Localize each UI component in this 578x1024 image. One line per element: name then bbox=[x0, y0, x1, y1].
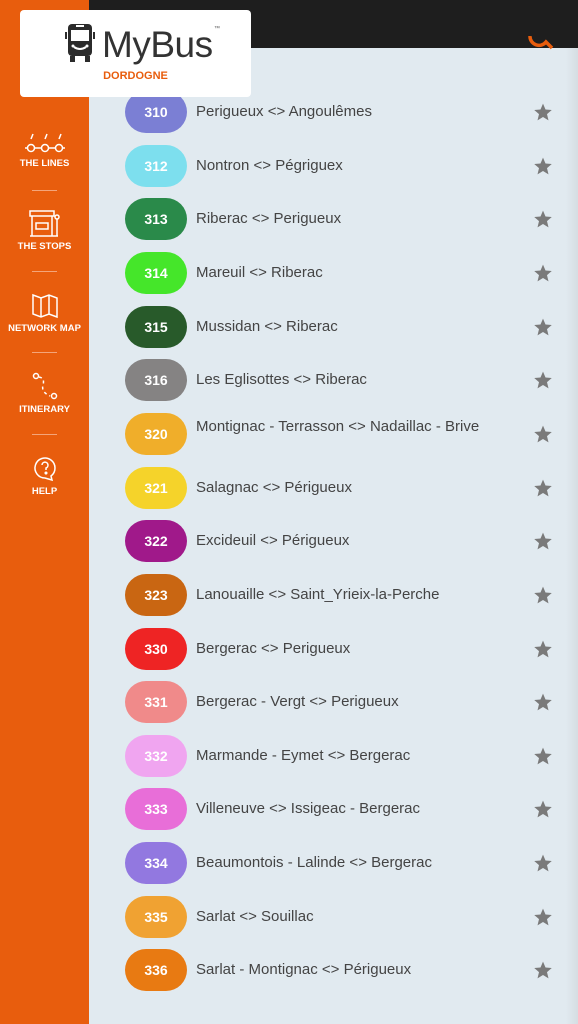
line-number-badge: 332 bbox=[125, 734, 187, 777]
favorite-star-icon[interactable] bbox=[533, 960, 553, 980]
line-row[interactable]: 332 Marmande - Eymet <> Bergerac bbox=[0, 731, 578, 781]
favorite-star-icon[interactable] bbox=[533, 531, 553, 551]
line-row[interactable]: 315 Mussidan <> Riberac bbox=[0, 302, 578, 352]
favorite-star-icon[interactable] bbox=[533, 370, 553, 390]
favorite-star-icon[interactable] bbox=[533, 585, 553, 605]
favorite-star-icon[interactable] bbox=[533, 102, 553, 122]
favorite-star-icon[interactable] bbox=[533, 853, 553, 873]
favorite-star-icon[interactable] bbox=[533, 907, 553, 927]
line-row[interactable]: 321 Salagnac <> Périgueux bbox=[0, 463, 578, 513]
line-row[interactable]: 322 Excideuil <> Périgueux bbox=[0, 516, 578, 566]
bus-logo-icon bbox=[65, 24, 95, 62]
favorite-star-icon[interactable] bbox=[533, 317, 553, 337]
divider bbox=[32, 352, 57, 353]
line-name: Excideuil <> Périgueux bbox=[196, 532, 350, 550]
trademark: ™ bbox=[214, 26, 220, 32]
favorite-star-icon[interactable] bbox=[533, 424, 553, 444]
line-row[interactable]: 313 Riberac <> Perigueux bbox=[0, 194, 578, 244]
line-name: Lanouaille <> Saint_Yrieix-la-Perche bbox=[196, 585, 440, 603]
line-number-badge: 316 bbox=[125, 359, 187, 402]
search-button[interactable] bbox=[528, 35, 554, 63]
line-row[interactable]: 330 Bergerac <> Perigueux bbox=[0, 624, 578, 674]
line-name: Beaumontois - Lalinde <> Bergerac bbox=[196, 854, 432, 872]
line-name: Perigueux <> Angoulêmes bbox=[196, 103, 372, 120]
favorite-star-icon[interactable] bbox=[533, 156, 553, 176]
line-number-badge: 313 bbox=[125, 198, 187, 241]
line-row[interactable]: 335 Sarlat <> Souillac bbox=[0, 892, 578, 942]
line-row[interactable]: 331 Bergerac - Vergt <> Perigueux bbox=[0, 677, 578, 727]
line-name: Sarlat - Montignac <> Périgueux bbox=[196, 961, 412, 979]
line-row[interactable]: 320 Montignac - Terrasson <> Nadaillac -… bbox=[0, 409, 578, 459]
line-row[interactable]: 334 Beaumontois - Lalinde <> Bergerac bbox=[0, 838, 578, 888]
line-number-badge: 336 bbox=[125, 949, 187, 992]
favorite-star-icon[interactable] bbox=[533, 746, 553, 766]
line-row[interactable]: 314 Mareuil <> Riberac bbox=[0, 248, 578, 298]
favorite-star-icon[interactable] bbox=[533, 209, 553, 229]
line-name: Sarlat <> Souillac bbox=[196, 907, 314, 925]
line-name: Les Eglisottes <> Riberac bbox=[196, 371, 367, 389]
line-number-badge: 312 bbox=[125, 144, 187, 187]
line-number-badge: 331 bbox=[125, 681, 187, 724]
line-row[interactable]: 316 Les Eglisottes <> Riberac bbox=[0, 355, 578, 405]
line-number-badge: 315 bbox=[125, 305, 187, 348]
brand-region: DORDOGNE bbox=[103, 70, 168, 82]
line-row[interactable]: 323 Lanouaille <> Saint_Yrieix-la-Perche bbox=[0, 570, 578, 620]
line-row[interactable]: 336 Sarlat - Montignac <> Périgueux bbox=[0, 945, 578, 995]
line-row[interactable]: 312 Nontron <> Pégriguex bbox=[0, 141, 578, 191]
line-number-badge: 330 bbox=[125, 627, 187, 670]
line-name: Marmande - Eymet <> Bergerac bbox=[196, 746, 411, 764]
line-name: Bergerac <> Perigueux bbox=[196, 639, 351, 657]
line-number-badge: 334 bbox=[125, 842, 187, 885]
line-number-badge: 310 bbox=[125, 91, 187, 133]
line-name: Bergerac - Vergt <> Perigueux bbox=[196, 693, 399, 711]
line-number-badge: 323 bbox=[125, 573, 187, 616]
line-number-badge: 320 bbox=[125, 412, 187, 455]
favorite-star-icon[interactable] bbox=[533, 263, 553, 283]
line-name: Mussidan <> Riberac bbox=[196, 317, 338, 335]
favorite-star-icon[interactable] bbox=[533, 692, 553, 712]
line-number-badge: 322 bbox=[125, 520, 187, 563]
favorite-star-icon[interactable] bbox=[533, 478, 553, 498]
line-name: Villeneuve <> Issigeac - Bergerac bbox=[196, 800, 421, 818]
line-row[interactable]: 333 Villeneuve <> Issigeac - Bergerac bbox=[0, 784, 578, 834]
line-number-badge: 321 bbox=[125, 466, 187, 509]
line-name: Nontron <> Pégriguex bbox=[196, 156, 343, 174]
line-name: Salagnac <> Périgueux bbox=[196, 478, 352, 496]
line-number-badge: 335 bbox=[125, 895, 187, 938]
favorite-star-icon[interactable] bbox=[533, 639, 553, 659]
favorite-star-icon[interactable] bbox=[533, 799, 553, 819]
mybus-logo[interactable]: MyBus ™ DORDOGNE bbox=[20, 10, 251, 97]
line-name: Mareuil <> Riberac bbox=[196, 263, 323, 281]
line-number-badge: 314 bbox=[125, 251, 187, 294]
line-name: Riberac <> Perigueux bbox=[196, 210, 342, 228]
brand-name: MyBus bbox=[102, 24, 213, 65]
line-name: Montignac - Terrasson <> Nadaillac - Bri… bbox=[196, 417, 480, 435]
search-icon bbox=[528, 35, 554, 50]
line-number-badge: 333 bbox=[125, 788, 187, 831]
